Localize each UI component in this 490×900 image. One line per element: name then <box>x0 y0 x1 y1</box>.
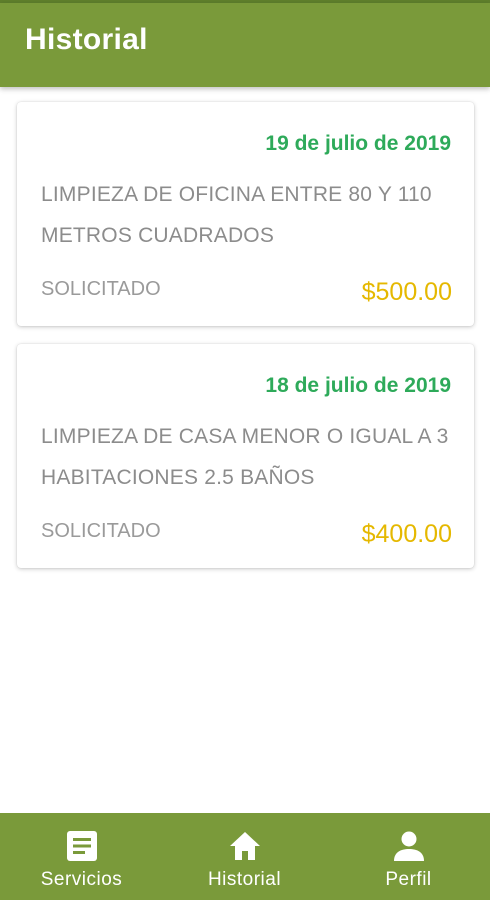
history-status: SOLICITADO <box>41 278 161 300</box>
history-price: $500.00 <box>361 278 452 306</box>
home-icon <box>229 832 260 860</box>
document-list-icon <box>66 831 97 861</box>
screen: Historial 19 de julio de 2019 LIMPIEZA D… <box>0 0 490 900</box>
history-card[interactable]: 18 de julio de 2019 LIMPIEZA DE CASA MEN… <box>17 344 474 568</box>
history-status: SOLICITADO <box>41 520 161 542</box>
history-date: 19 de julio de 2019 <box>265 132 451 155</box>
history-card[interactable]: 19 de julio de 2019 LIMPIEZA DE OFICINA … <box>17 102 474 326</box>
nav-label: Perfil <box>385 869 432 890</box>
person-icon <box>393 831 424 861</box>
nav-perfil[interactable]: Perfil <box>327 813 490 900</box>
history-date: 18 de julio de 2019 <box>265 374 451 397</box>
nav-label: Servicios <box>40 869 123 890</box>
history-price: $400.00 <box>361 520 452 548</box>
history-description: LIMPIEZA DE CASA MENOR O IGUAL A 3 HABIT… <box>41 425 449 489</box>
nav-servicios[interactable]: Servicios <box>0 813 163 900</box>
app-bar: Historial <box>0 3 490 87</box>
nav-label: Historial <box>207 869 282 890</box>
nav-historial[interactable]: Historial <box>163 813 326 900</box>
page-title: Historial <box>25 23 148 56</box>
history-description: LIMPIEZA DE OFICINA ENTRE 80 Y 110 METRO… <box>41 183 432 247</box>
bottom-navigation: Servicios Historial Perfil <box>0 813 490 900</box>
